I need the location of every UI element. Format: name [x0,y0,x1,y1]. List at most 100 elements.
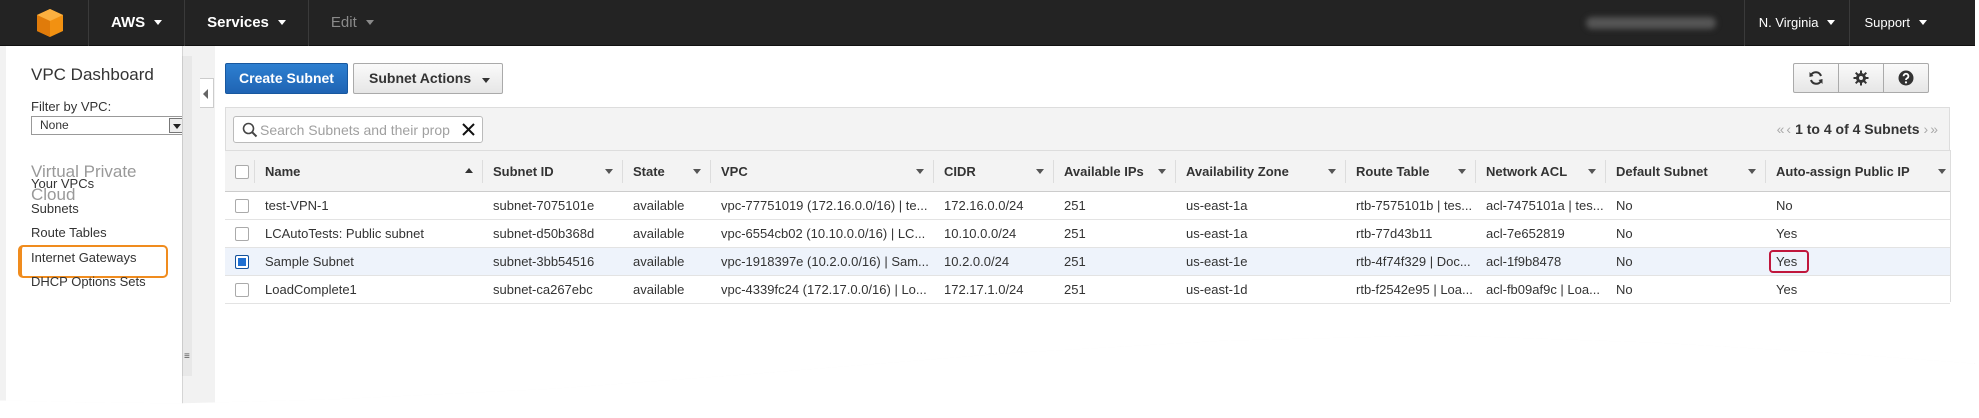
table-row[interactable]: test-VPN-1 subnet-7075101e available vpc… [225,191,1950,220]
last-page-icon[interactable]: » [1930,121,1938,137]
sidebar-item-dhcp-options-sets[interactable]: DHCP Options Sets [31,274,146,289]
aws-menu[interactable]: AWS [88,0,186,46]
first-page-icon[interactable]: « [1777,121,1785,137]
edit-menu[interactable]: Edit [309,0,396,46]
column-header-label: VPC [721,163,748,179]
select-all-header [225,150,255,192]
subnet-actions-label: Subnet Actions [369,70,472,86]
column-header-label: Route Table [1356,163,1430,179]
column-header-default-subnet[interactable]: Default Subnet [1606,150,1766,192]
settings-button[interactable] [1838,63,1884,93]
sidebar-item-your-vpcs[interactable]: Your VPCs [31,176,94,191]
column-header-cidr[interactable]: CIDR [934,150,1054,192]
cell-subnet-id: subnet-7075101e [483,191,623,220]
table-row[interactable]: LCAutoTests: Public subnet subnet-d50b36… [225,219,1950,248]
pagination: « ‹ 1 to 4 of 4 Subnets › » [1776,121,1939,137]
column-header-availability-zone[interactable]: Availability Zone [1176,150,1346,192]
column-header-label: Default Subnet [1616,163,1708,179]
support-menu[interactable]: Support [1849,0,1975,46]
search-input[interactable] [260,121,460,139]
sidebar-item-route-tables[interactable]: Route Tables [31,225,107,240]
cell-route-table: rtb-4f74f329 | Doc... [1346,247,1476,276]
pagination-text: 1 to 4 of 4 Subnets [1795,121,1920,137]
aws-logo-icon[interactable] [36,8,64,38]
cell-vpc: vpc-4339fc24 (172.17.0.0/16) | Lo... [711,275,934,304]
column-header-label: Auto-assign Public IP [1776,163,1910,179]
account-name-blurred[interactable] [1585,16,1716,29]
cell-route-table: rtb-f2542e95 | Loa... [1346,275,1476,304]
column-header-label: Availability Zone [1186,163,1289,179]
cell-availability-zone: us-east-1a [1176,191,1346,220]
support-label: Support [1864,15,1910,30]
column-header-label: Subnet ID [493,163,554,179]
refresh-icon [1809,71,1823,85]
chevron-down-icon [482,78,491,83]
top-navigation-bar: AWS Services Edit N. Virginia Support [0,0,1975,46]
row-checkbox-checked[interactable] [235,255,249,270]
cell-network-acl: acl-7e652819 [1476,219,1606,248]
sidebar-scrollbar[interactable]: ≡ [182,56,192,376]
column-header-label: CIDR [944,163,976,179]
region-menu[interactable]: N. Virginia [1743,0,1850,46]
row-checkbox[interactable] [235,283,249,298]
sort-icon [916,169,924,174]
annotation-highlight-box: Yes [1769,250,1810,273]
cell-vpc: vpc-6554cb02 (10.10.0.0/16) | LC... [711,219,934,248]
select-all-checkbox[interactable] [235,164,249,179]
column-header-network-acl[interactable]: Network ACL [1476,150,1606,192]
close-icon[interactable] [461,122,476,137]
cell-availability-zone: us-east-1e [1176,247,1346,276]
column-header-state[interactable]: State [623,150,711,192]
services-menu[interactable]: Services [185,0,309,46]
column-header-route-table[interactable]: Route Table [1346,150,1476,192]
search-box[interactable] [233,116,483,143]
table-right-border [1950,150,1951,302]
column-header-vpc[interactable]: VPC [711,150,934,192]
collapse-sidebar-button[interactable] [200,78,214,108]
column-header-auto-assign-public-ip[interactable]: Auto-assign Public IP [1766,150,1950,192]
cell-auto-assign-public-ip: Yes [1766,219,1950,248]
cell-state: available [623,247,711,276]
next-page-icon[interactable]: › [1924,121,1929,137]
cell-vpc: vpc-1918397e (10.2.0.0/16) | Sam... [711,247,934,276]
filter-by-vpc-select[interactable]: None [31,116,186,135]
prev-page-icon[interactable]: ‹ [1786,121,1791,137]
toolbar-icon-group [1793,63,1929,93]
refresh-button[interactable] [1793,63,1839,93]
chevron-down-icon [1919,20,1927,25]
main-panel: Create Subnet Subnet Actions Search Subn… [215,46,1975,404]
cell-cidr: 172.16.0.0/24 [934,191,1054,220]
cell-default-subnet: No [1606,191,1766,220]
column-header-subnet-id[interactable]: Subnet ID [483,150,623,192]
table-row[interactable]: LoadComplete1 subnet-ca267ebc available … [225,275,1950,304]
cell-network-acl: acl-7475101a | tes... [1476,191,1606,220]
topbar-right-group: N. Virginia Support [1585,0,1975,46]
chevron-down-icon [365,20,374,25]
cell-route-table: rtb-77d43b11 [1346,219,1476,248]
sort-icon [1588,169,1596,174]
sidebar-item-subnets[interactable]: Subnets [31,201,79,216]
row-checkbox[interactable] [235,227,249,242]
subnet-actions-button[interactable]: Subnet Actions [353,63,503,94]
column-header-available-ips[interactable]: Available IPs [1054,150,1176,192]
create-subnet-button[interactable]: Create Subnet [225,63,348,94]
cell-name: Sample Subnet [255,247,483,276]
table-row-selected[interactable]: Sample Subnet subnet-3bb54516 available … [225,247,1950,276]
filter-bar: « ‹ 1 to 4 of 4 Subnets › » [225,107,1950,150]
cell-default-subnet: No [1606,275,1766,304]
row-checkbox[interactable] [235,199,249,214]
help-icon [1898,70,1914,86]
row-select-cell [225,247,255,276]
row-select-cell [225,191,255,220]
cell-route-table: rtb-7575101b | tes... [1346,191,1476,220]
region-label: N. Virginia [1758,15,1819,30]
column-header-name[interactable]: Name [255,150,483,192]
row-select-cell [225,275,255,304]
sidebar-item-internet-gateways[interactable]: Internet Gateways [31,250,137,265]
cell-subnet-id: subnet-3bb54516 [483,247,623,276]
filter-by-vpc-value: None [40,118,69,132]
sidebar-title[interactable]: VPC Dashboard [31,65,154,85]
cell-subnet-id: subnet-d50b368d [483,219,623,248]
help-button[interactable] [1883,63,1929,93]
cell-state: available [623,219,711,248]
